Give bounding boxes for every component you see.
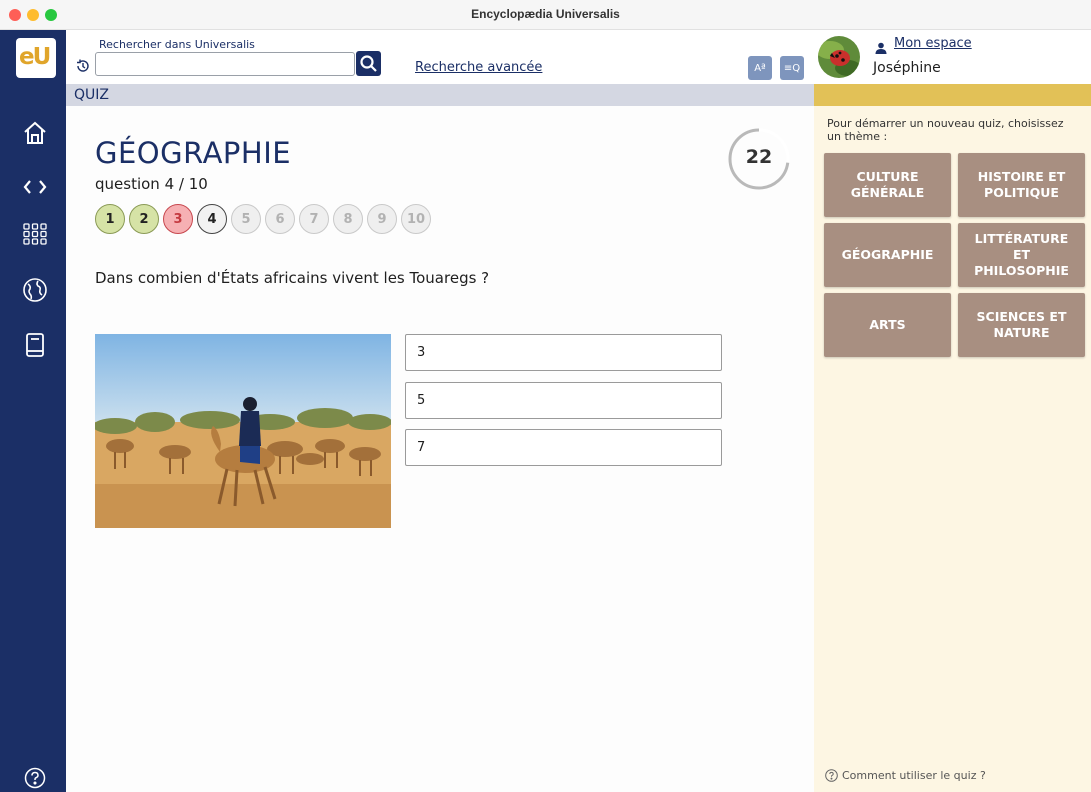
- user-header: Mon espace Joséphine: [814, 30, 1091, 84]
- history-icon[interactable]: [75, 58, 91, 74]
- user-icon: [875, 39, 887, 54]
- font-size-icon: Aª: [754, 62, 766, 74]
- theme-button-sciences-nature[interactable]: SCIENCES ET NATURE: [958, 293, 1085, 357]
- question-marker: 6: [265, 204, 295, 234]
- book-icon[interactable]: [18, 328, 52, 362]
- account-link[interactable]: Mon espace: [894, 36, 972, 51]
- panel-header-strip: [814, 84, 1091, 106]
- question-marker: 10: [401, 204, 431, 234]
- text-search-button[interactable]: ≡Q: [780, 56, 804, 80]
- question-marker: 9: [367, 204, 397, 234]
- section-title: QUIZ: [74, 87, 109, 103]
- home-icon[interactable]: [18, 116, 52, 150]
- theme-button-histoire-politique[interactable]: HISTOIRE ET POLITIQUE: [958, 153, 1085, 217]
- search-label: Rechercher dans Universalis: [99, 38, 255, 51]
- answer-option[interactable]: 3: [405, 334, 722, 371]
- themes-intro: Pour démarrer un nouveau quiz, choisisse…: [827, 117, 1064, 143]
- question-marker: 3: [163, 204, 193, 234]
- answer-option[interactable]: 5: [405, 382, 722, 419]
- theme-button-arts[interactable]: ARTS: [824, 293, 951, 357]
- timer-value: 22: [745, 146, 773, 168]
- question-text: Dans combien d'États africains vivent le…: [95, 269, 490, 287]
- quiz-help-link[interactable]: Comment utiliser le quiz ?: [825, 769, 986, 782]
- question-marker-current: 4: [197, 204, 227, 234]
- username: Joséphine: [873, 60, 941, 76]
- app-logo[interactable]: eU: [16, 38, 56, 78]
- globe-icon[interactable]: [18, 273, 52, 307]
- logo-text: eU: [19, 44, 51, 70]
- font-size-button[interactable]: Aª: [748, 56, 772, 80]
- search-button[interactable]: [356, 51, 381, 76]
- search-bar: Rechercher dans Universalis Recherche av…: [66, 30, 814, 84]
- question-marker: 5: [231, 204, 261, 234]
- theme-button-geographie[interactable]: GÉOGRAPHIE: [824, 223, 951, 287]
- search-icon: [360, 55, 377, 72]
- question-marker: 8: [333, 204, 363, 234]
- left-sidebar: eU: [0, 30, 66, 792]
- window-titlebar: Encyclopædia Universalis: [0, 0, 1091, 30]
- avatar[interactable]: [818, 36, 860, 78]
- quiz-help-label: Comment utiliser le quiz ?: [842, 769, 986, 782]
- question-marker: 1: [95, 204, 125, 234]
- quiz-main: GÉOGRAPHIE question 4 / 10 1 2 3 4 5 6 7…: [66, 106, 814, 792]
- theme-button-culture-generale[interactable]: CULTURE GÉNÉRALE: [824, 153, 951, 217]
- themes-panel: Mon espace Joséphine Pour démarrer un no…: [814, 30, 1091, 792]
- code-icon[interactable]: [18, 170, 52, 204]
- window-title: Encyclopædia Universalis: [471, 7, 620, 21]
- quiz-progress-label: question 4 / 10: [95, 175, 208, 193]
- question-circle-icon: [825, 769, 838, 782]
- advanced-search-link[interactable]: Recherche avancée: [415, 60, 542, 75]
- answer-option[interactable]: 7: [405, 429, 722, 466]
- question-marker: 7: [299, 204, 329, 234]
- section-header: QUIZ: [66, 84, 814, 106]
- search-input[interactable]: [95, 52, 355, 76]
- question-image: [95, 334, 391, 528]
- question-markers: 1 2 3 4 5 6 7 8 9 10: [95, 204, 431, 234]
- quiz-title: GÉOGRAPHIE: [95, 136, 292, 170]
- text-search-icon: ≡Q: [783, 62, 801, 74]
- question-marker: 2: [129, 204, 159, 234]
- help-icon[interactable]: [18, 761, 52, 792]
- theme-button-litterature-philosophie[interactable]: LITTÉRATURE ET PHILOSOPHIE: [958, 223, 1085, 287]
- grid-icon[interactable]: [18, 217, 52, 251]
